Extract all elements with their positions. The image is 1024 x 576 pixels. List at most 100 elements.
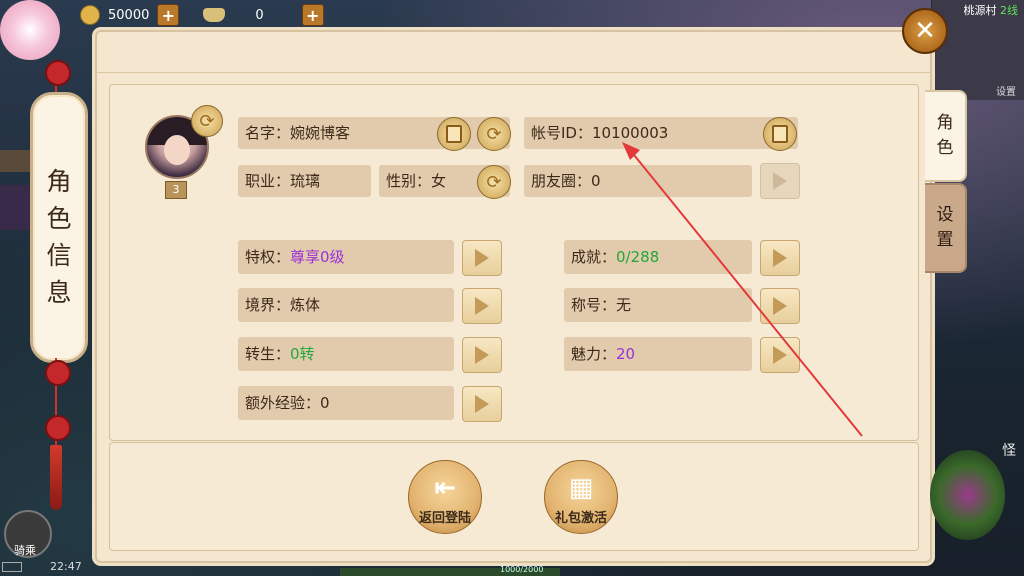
tab-role[interactable]: 角 色: [925, 90, 967, 182]
battery-icon: [2, 562, 22, 572]
panel-header-strip: [97, 32, 930, 73]
action-frame: [109, 442, 919, 551]
gift-code-label: 礼包激活: [554, 511, 607, 526]
rebirth-go-button[interactable]: [462, 337, 502, 373]
charm-value: 20: [616, 345, 636, 363]
job-label: 职业：: [245, 172, 291, 190]
currency-bar: 50000 + 0 +: [80, 0, 324, 30]
tab-role-char: 色: [936, 138, 954, 158]
tab-settings-char: 设: [936, 205, 954, 225]
play-arrow-icon: [773, 172, 787, 190]
scroll-title: 角 色 信 息: [33, 163, 85, 311]
mount-label: 骑乘: [14, 544, 36, 557]
copy-icon: [772, 125, 788, 143]
account-id-label: 帐号ID：: [531, 124, 592, 142]
friends-field: 朋友圈：0: [524, 165, 752, 197]
tab-settings-char: 置: [936, 230, 954, 250]
add-coin-button[interactable]: +: [157, 4, 180, 26]
play-arrow-icon: [475, 395, 489, 413]
extra-exp-go-button[interactable]: [462, 386, 502, 422]
privilege-label: 特权：: [245, 248, 291, 266]
level-badge: 3: [165, 181, 187, 199]
copy-account-id-button[interactable]: [763, 117, 797, 151]
privilege-value: 尊享0级: [290, 248, 345, 266]
title-field: 称号：无: [564, 288, 752, 322]
back-to-login-label: 返回登陆: [418, 511, 471, 526]
charm-field: 魅力：20: [564, 337, 752, 371]
blossom-decoration: [0, 0, 60, 60]
change-gender-button[interactable]: ⟳: [477, 165, 511, 199]
realm-go-button[interactable]: [462, 288, 502, 324]
left-hud-panel: [0, 150, 30, 172]
add-ingot-button[interactable]: +: [301, 4, 324, 26]
coin-amount: 50000: [108, 7, 150, 23]
achievement-field: 成就：0/288: [564, 240, 752, 274]
account-id-field: 帐号ID：10100003: [524, 117, 798, 149]
gift-box-icon: ▦: [568, 473, 594, 503]
charm-label: 魅力：: [571, 345, 617, 363]
extra-exp-label: 额外经验：: [245, 394, 321, 412]
change-avatar-button[interactable]: ⟳: [191, 105, 223, 137]
skill-button[interactable]: [930, 450, 1005, 540]
tab-settings[interactable]: 设 置: [925, 183, 967, 273]
name-value: 婉婉博客: [290, 124, 351, 142]
scroll-title-banner: 角 色 信 息: [30, 92, 88, 363]
scroll-title-char: 色: [46, 204, 72, 233]
privilege-field: 特权：尊享0级: [238, 240, 454, 274]
privilege-go-button[interactable]: [462, 240, 502, 276]
knot-ornament: [45, 360, 71, 386]
copy-name-button[interactable]: [437, 117, 471, 151]
friends-value: 0: [591, 172, 601, 190]
location-name: 桃源村: [963, 4, 997, 17]
rename-button[interactable]: ⟳: [477, 117, 511, 151]
friends-label: 朋友圈：: [531, 172, 592, 190]
close-button[interactable]: ✕: [902, 8, 948, 54]
knot-ornament: [45, 415, 71, 441]
gender-label: 性别：: [386, 172, 432, 190]
title-value: 无: [616, 296, 632, 314]
knot-ornament: [45, 60, 71, 86]
logout-icon: ⇤: [434, 473, 456, 503]
gift-code-button[interactable]: ▦ 礼包激活: [544, 460, 618, 534]
copy-icon: [446, 125, 462, 143]
realm-label: 境界：: [245, 296, 291, 314]
rebirth-label: 转生：: [245, 345, 291, 363]
realm-field: 境界：炼体: [238, 288, 454, 322]
exp-bar: 1000/2000: [340, 565, 560, 576]
minimap-setting[interactable]: 设置: [996, 83, 1016, 98]
friends-go-button[interactable]: [760, 163, 800, 199]
extra-exp-field: 额外经验：0: [238, 386, 454, 420]
title-go-button[interactable]: [760, 288, 800, 324]
name-label: 名字：: [245, 124, 291, 142]
server-line: 2线: [1000, 4, 1018, 17]
clock: 22:47: [50, 560, 82, 573]
title-label: 称号：: [571, 296, 617, 314]
account-id-value: 10100003: [591, 124, 669, 142]
rebirth-field: 转生：0转: [238, 337, 454, 371]
rebirth-value: 0转: [290, 345, 315, 363]
exp-text: 1000/2000: [500, 565, 544, 574]
ingot-icon: [203, 8, 226, 22]
minimap[interactable]: 桃源村 2线 设置: [931, 0, 1024, 100]
achievement-go-button[interactable]: [760, 240, 800, 276]
play-arrow-icon: [475, 297, 489, 315]
scroll-title-char: 息: [46, 278, 72, 307]
location-label: 桃源村 2线: [964, 2, 1019, 18]
charm-go-button[interactable]: [760, 337, 800, 373]
job-field: 职业：琉璃: [238, 165, 371, 197]
gender-value: 女: [431, 172, 447, 190]
extra-exp-value: 0: [320, 394, 330, 412]
job-value: 琉璃: [290, 172, 321, 190]
play-arrow-icon: [475, 346, 489, 364]
character-info-panel: [95, 30, 932, 563]
tassel-ornament: [50, 445, 62, 510]
skill-label: 怪: [1002, 443, 1016, 459]
play-arrow-icon: [475, 249, 489, 267]
left-quest-panel[interactable]: [0, 185, 30, 230]
ingot-amount: 0: [255, 7, 264, 23]
scroll-title-char: 信: [46, 241, 72, 270]
avatar-face: [164, 135, 190, 165]
play-arrow-icon: [773, 249, 787, 267]
back-to-login-button[interactable]: ⇤ 返回登陆: [408, 460, 482, 534]
play-arrow-icon: [773, 346, 787, 364]
